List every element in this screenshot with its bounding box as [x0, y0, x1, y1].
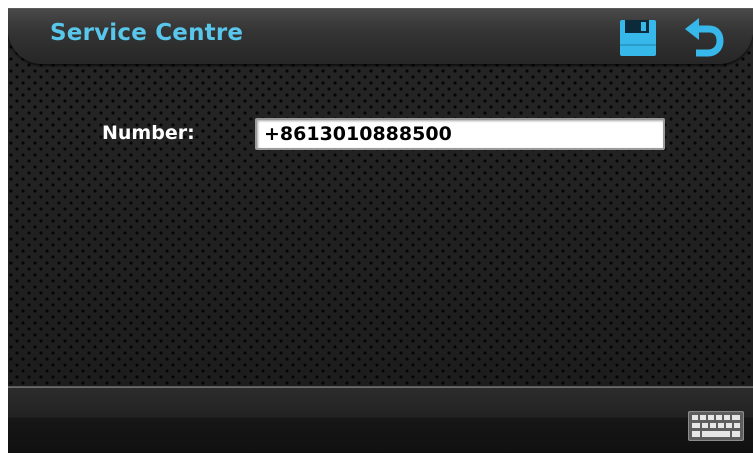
service-centre-screen: Service Centre Number:: [8, 8, 753, 453]
back-button[interactable]: [682, 16, 726, 60]
floppy-disk-icon: [620, 20, 656, 56]
footer-divider: [8, 387, 753, 388]
number-input[interactable]: [255, 118, 665, 150]
page-title: Service Centre: [50, 20, 244, 46]
save-button[interactable]: [620, 20, 656, 56]
number-label: Number:: [102, 122, 195, 144]
back-arrow-icon: [685, 18, 724, 57]
keyboard-button[interactable]: [688, 411, 744, 441]
header-bar: Service Centre: [8, 8, 753, 64]
keyboard-icon: [688, 411, 744, 441]
footer-bar: [8, 386, 753, 453]
